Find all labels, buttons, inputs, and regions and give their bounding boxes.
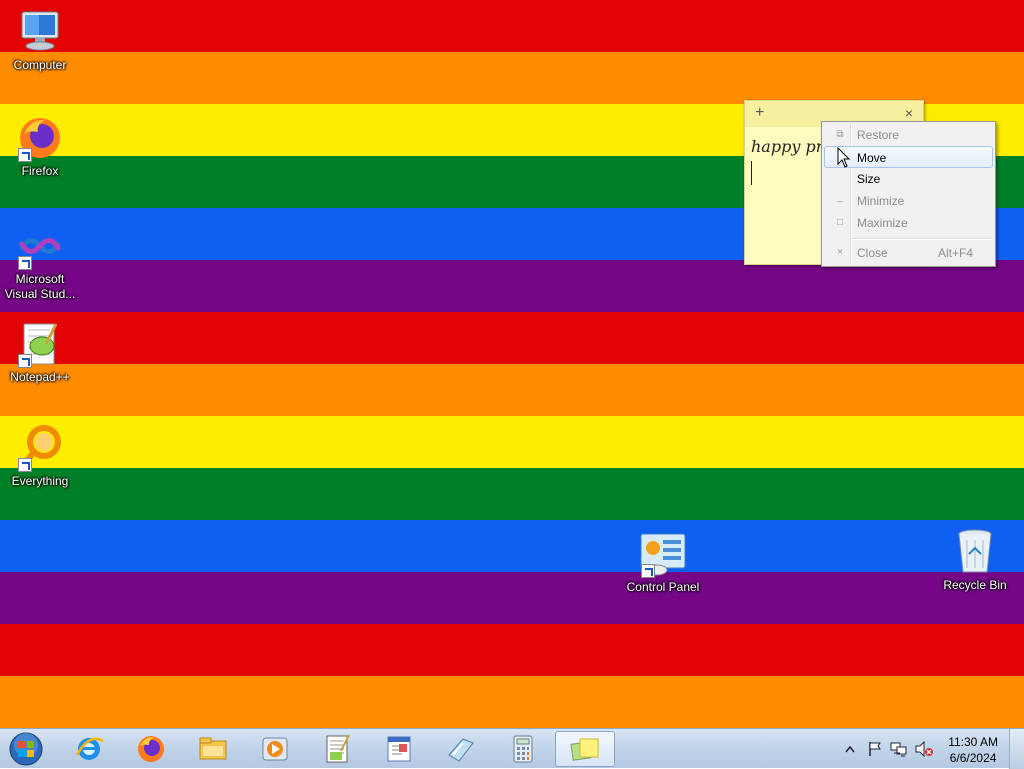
desktop-icon-computer[interactable]: Computer [0,8,80,73]
taskbar-calculator[interactable] [496,731,550,767]
tray-volume[interactable] [912,729,936,769]
taskbar: 11:30 AM 6/6/2024 [0,728,1024,769]
desktop-icon-label: Control Panel [626,580,700,594]
menu-item-label: Size [857,172,881,186]
visual-studio-icon [16,222,64,270]
menu-separator [852,238,993,240]
sticky-notes-icon [570,738,599,761]
shortcut-arrow-icon [18,458,32,472]
shortcut-arrow-icon [18,148,32,162]
tray-network[interactable] [888,729,910,769]
taskbar-internet-explorer[interactable] [62,731,116,767]
delete-note-button[interactable]: × [905,105,913,121]
control-panel-icon [639,530,687,578]
wallpaper-stripe [0,0,1024,52]
everything-search-icon [16,424,64,472]
desktop-icon-label: Firefox [21,164,59,178]
recycle-bin-icon [951,528,999,576]
media-player-icon [262,737,288,761]
desktop-icon-label: Everything [11,474,69,488]
menu-item-size[interactable]: Size [824,168,993,190]
action-center-flag-icon [869,742,881,756]
tray-action-center[interactable] [864,729,886,769]
chevron-up-icon [845,745,855,753]
desktop-icon-label: Recycle Bin [943,578,1007,592]
wallpaper-stripe [0,52,1024,104]
desktop: Computer Firefox Microsoft Visual Stud..… [0,0,1024,728]
desktop-icon-label: Notepad++ [10,370,70,384]
desktop-icon-notepad-plus-plus[interactable]: Notepad++ [0,320,80,385]
menu-item-maximize[interactable]: □ Maximize [824,212,993,234]
menu-item-shortcut: Alt+F4 [937,246,973,260]
volume-muted-icon [915,741,933,757]
computer-icon [16,8,64,56]
taskbar-wordpad[interactable] [372,731,426,767]
tray-clock[interactable]: 11:30 AM 6/6/2024 [948,734,998,766]
wallpaper-stripe [0,364,1024,416]
calculator-icon [513,735,533,763]
desktop-icon-firefox[interactable]: Firefox [0,114,80,179]
window-context-menu: ⧉ Restore Move Size _ Minimize □ Maximiz… [821,121,996,267]
taskbar-sticky-notes[interactable] [555,731,615,767]
notepad-plus-plus-icon [16,320,64,368]
maximize-icon: □ [836,217,844,228]
desktop-icon-label: Microsoft Visual Stud... [4,272,76,301]
desktop-icon-recycle-bin[interactable]: Recycle Bin [935,528,1015,593]
taskbar-firefox[interactable] [124,731,178,767]
clock-time: 11:30 AM [948,735,998,749]
shortcut-arrow-icon [18,256,32,270]
menu-item-close[interactable]: × Close Alt+F4 [824,242,993,264]
show-desktop-button[interactable] [1009,729,1024,769]
wordpad-icon [387,736,411,762]
taskbar-notepad-plus-plus[interactable] [310,731,364,767]
firefox-icon [16,114,64,162]
menu-item-label: Restore [857,128,900,142]
menu-item-label: Move [857,151,887,165]
restore-icon: ⧉ [836,129,844,140]
desktop-icon-everything[interactable]: Everything [0,424,80,489]
menu-item-label: Minimize [857,194,905,208]
wallpaper-stripe [0,416,1024,468]
internet-explorer-icon [75,737,104,760]
snipping-tool-icon [448,738,474,762]
menu-item-label: Maximize [857,216,908,230]
wallpaper-stripe [0,312,1024,364]
menu-item-minimize[interactable]: _ Minimize [824,190,993,212]
taskbar-media-player[interactable] [248,731,302,767]
firefox-icon [138,736,164,762]
show-hidden-icons-button[interactable] [842,729,858,769]
start-orb-icon [9,732,43,766]
wallpaper-stripe [0,468,1024,520]
wallpaper-stripe [0,624,1024,676]
desktop-icon-visual-studio[interactable]: Microsoft Visual Stud... [0,222,80,302]
close-icon: × [837,247,843,258]
wallpaper-stripe [0,260,1024,312]
wallpaper-stripe [0,520,1024,572]
shortcut-arrow-icon [641,564,655,578]
sticky-note-text[interactable]: happy pr [751,137,823,156]
clock-date: 6/6/2024 [949,751,997,765]
start-button[interactable] [0,731,52,767]
taskbar-snipping-tool[interactable] [434,731,488,767]
notepad-plus-plus-icon [326,734,350,763]
wallpaper-stripe [0,676,1024,728]
minimize-icon: _ [837,192,843,203]
shortcut-arrow-icon [18,354,32,368]
mouse-cursor-icon [837,147,851,168]
desktop-icon-label: Computer [13,58,67,72]
desktop-icon-control-panel[interactable]: Control Panel [623,530,703,595]
network-icon [890,742,907,757]
menu-item-label: Close [857,246,888,260]
taskbar-windows-explorer[interactable] [186,731,240,767]
new-note-button[interactable]: + [755,104,764,122]
wallpaper-stripe [0,572,1024,624]
menu-item-restore[interactable]: ⧉ Restore [824,124,993,146]
windows-explorer-icon [199,737,227,760]
text-caret [751,161,752,185]
